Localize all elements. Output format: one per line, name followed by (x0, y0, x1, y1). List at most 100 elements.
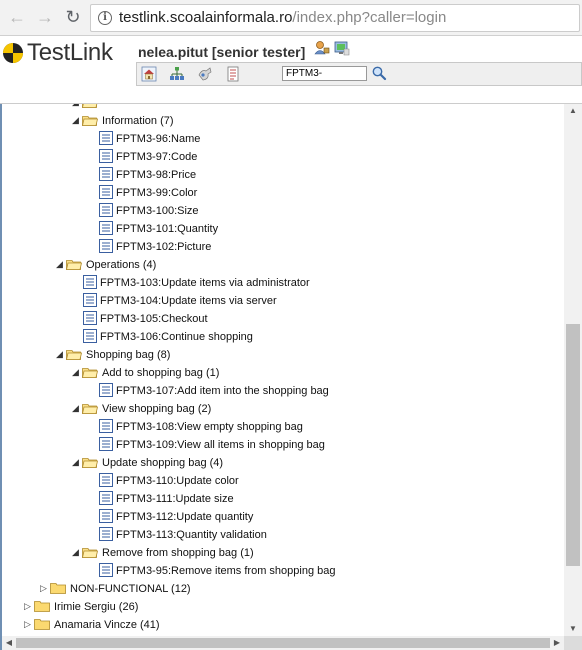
test-spec-tree: ◢ ◢ Information (7) FPTM3-96:Name FPTM3-… (2, 104, 564, 636)
logout-icon[interactable] (334, 40, 350, 56)
tree-node-label: Information (7) (102, 115, 174, 127)
tree-node-label: FPTM3-109:View all items in shopping bag (116, 439, 325, 451)
test-case-icon (99, 167, 113, 181)
url-host: testlink.scoalainformala.ro (119, 9, 293, 26)
folder-closed-icon (50, 583, 66, 594)
folder-open-icon (82, 116, 98, 126)
collapse-icon[interactable]: ◢ (72, 455, 82, 469)
execute-tests-icon[interactable] (197, 66, 213, 82)
tree-node-label: FPTM3-101:Quantity (116, 223, 219, 235)
horizontal-scroll-thumb[interactable] (16, 638, 550, 648)
test-case-icon (99, 473, 113, 487)
test-case-icon (99, 239, 113, 253)
tree-node-label: FPTM3-107:Add item into the shopping bag (116, 385, 329, 397)
tree-node-label: FPTM3-97:Code (116, 151, 198, 163)
tree-node-label: FPTM3-108:View empty shopping bag (116, 421, 303, 433)
tree-node-label: NON-FUNCTIONAL (12) (70, 583, 191, 595)
tree-node-label: FPTM3-103:Update items via administrator (100, 277, 310, 289)
home-icon[interactable] (141, 66, 157, 82)
horizontal-scrollbar[interactable]: ◀ ▶ (2, 636, 564, 650)
test-case-icon (99, 509, 113, 523)
tree-node-label: FPTM3-113:Quantity validation (116, 529, 267, 541)
info-icon[interactable]: i (98, 11, 112, 25)
forward-icon[interactable]: → (34, 6, 56, 28)
expand-icon[interactable]: ▷ (40, 581, 50, 595)
test-case-icon (99, 221, 113, 235)
tree-node-label: View shopping bag (2) (102, 403, 212, 415)
reload-icon[interactable]: ↻ (62, 6, 84, 28)
folder-open-icon (82, 104, 98, 108)
folder-open-icon (66, 350, 82, 360)
test-case-icon (83, 311, 97, 325)
collapse-icon[interactable]: ◢ (72, 113, 82, 127)
tree-node-label: FPTM3-110:Update color (116, 475, 239, 487)
search-icon[interactable] (371, 65, 387, 81)
test-case-search-input[interactable] (282, 66, 367, 81)
scroll-right-icon[interactable]: ▶ (550, 636, 564, 650)
test-case-icon (83, 293, 97, 307)
vertical-scroll-thumb[interactable] (566, 324, 580, 566)
tree-node-label: FPTM3-112:Update quantity (116, 511, 254, 523)
test-spec-tree-frame: ◢ ◢ Information (7) FPTM3-96:Name FPTM3-… (0, 104, 582, 650)
expand-icon[interactable]: ▷ (24, 599, 34, 613)
test-case-icon (99, 527, 113, 541)
folder-open-icon (66, 260, 82, 270)
back-icon[interactable]: ← (6, 6, 28, 28)
tree-node-label: Remove from shopping bag (1) (102, 547, 254, 559)
tree-node-label: FPTM3-96:Name (116, 133, 201, 145)
tree-node-label: FPTM3-95:Remove items from shopping bag (116, 565, 336, 577)
browser-toolbar: ← → ↻ i testlink.scoalainformala.ro/inde… (0, 0, 582, 36)
test-case-icon (99, 437, 113, 451)
test-case-icon (99, 131, 113, 145)
collapse-icon[interactable]: ◢ (56, 347, 66, 361)
tree-node-label: Anamaria Vincze (41) (54, 619, 160, 631)
folder-open-icon (82, 404, 98, 414)
test-case-icon (99, 203, 113, 217)
collapse-icon[interactable]: ◢ (72, 104, 82, 109)
tree-node-label: Operations (4) (86, 259, 157, 271)
tree-node-label: FPTM3-100:Size (116, 205, 199, 217)
folder-closed-icon (34, 601, 50, 612)
scroll-up-icon[interactable]: ▲ (564, 104, 582, 118)
tree-node-label: FPTM3-104:Update items via server (100, 295, 277, 307)
scrollbar-corner (564, 636, 582, 650)
tree-node-label: FPTM3-106:Continue shopping (100, 331, 253, 343)
tree-node-label: FPTM3-111:Update size (116, 493, 234, 505)
testlink-header: TestLink nelea.pitut [senior tester] (0, 36, 582, 104)
tree-node-label: FPTM3-99:Color (116, 187, 198, 199)
user-name: nelea.pitut [senior tester] (138, 44, 306, 60)
test-case-icon (99, 419, 113, 433)
logo-text: TestLink (27, 39, 113, 66)
collapse-icon[interactable]: ◢ (56, 257, 66, 271)
reports-icon[interactable] (225, 66, 241, 82)
test-case-icon (99, 563, 113, 577)
test-case-icon (83, 275, 97, 289)
address-bar[interactable]: i testlink.scoalainformala.ro/index.php?… (90, 4, 580, 32)
collapse-icon[interactable]: ◢ (72, 401, 82, 415)
tree-node-label: Irimie Sergiu (26) (54, 601, 139, 613)
tree-node-label: FPTM3-98:Price (116, 169, 197, 181)
tree-node-label: Shopping bag (8) (86, 349, 171, 361)
url-path: /index.php?caller=login (292, 9, 447, 26)
folder-open-icon (82, 548, 98, 558)
test-specification-icon[interactable] (169, 66, 185, 82)
expand-icon[interactable]: ▷ (24, 617, 34, 631)
scroll-left-icon[interactable]: ◀ (2, 636, 16, 650)
tree-node-label: FPTM3-102:Picture (116, 241, 212, 253)
test-case-icon (99, 383, 113, 397)
scroll-down-icon[interactable]: ▼ (564, 622, 582, 636)
test-case-icon (83, 329, 97, 343)
collapse-icon[interactable]: ◢ (72, 545, 82, 559)
user-settings-icon[interactable] (314, 40, 330, 56)
test-case-icon (99, 149, 113, 163)
folder-open-icon (82, 368, 98, 378)
main-toolbar (136, 62, 582, 86)
vertical-scrollbar[interactable]: ▲ ▼ (564, 104, 582, 636)
test-case-icon (99, 185, 113, 199)
test-case-icon (99, 491, 113, 505)
folder-open-icon (82, 458, 98, 468)
tree-node-label: FPTM3-105:Checkout (100, 313, 208, 325)
logo-mark-icon (3, 43, 23, 63)
tree-node-label: Add to shopping bag (1) (102, 367, 220, 379)
collapse-icon[interactable]: ◢ (72, 365, 82, 379)
